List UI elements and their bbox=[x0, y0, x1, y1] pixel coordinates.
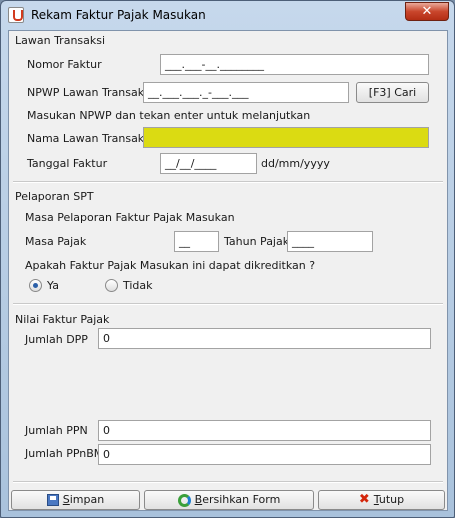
radio-ya[interactable] bbox=[29, 279, 42, 292]
radio-ya-label[interactable]: Ya bbox=[47, 279, 59, 292]
close-icon: ✖ bbox=[358, 492, 370, 507]
java-app-icon bbox=[8, 7, 24, 23]
section-nilai-faktur-title: Nilai Faktur Pajak bbox=[15, 313, 110, 326]
form-panel: Lawan Transaksi Nomor Faktur ___.___-__.… bbox=[8, 30, 448, 511]
title-bar[interactable]: Rekam Faktur Pajak Masukan ✕ bbox=[1, 1, 454, 30]
jumlah-dpp-input[interactable]: 0 bbox=[98, 328, 431, 349]
dialog-window: Rekam Faktur Pajak Masukan ✕ Lawan Trans… bbox=[0, 0, 455, 518]
npwp-hint-text: Masukan NPWP dan tekan enter untuk melan… bbox=[27, 109, 311, 122]
masa-pajak-label: Masa Pajak bbox=[25, 235, 87, 248]
masa-pelaporan-subtitle: Masa Pelaporan Faktur Pajak Masukan bbox=[25, 211, 235, 224]
separator bbox=[13, 303, 443, 305]
nomor-faktur-label: Nomor Faktur bbox=[27, 58, 102, 71]
separator bbox=[13, 481, 443, 483]
window-close-button[interactable]: ✕ bbox=[405, 2, 449, 21]
radio-tidak-label[interactable]: Tidak bbox=[123, 279, 153, 292]
cari-button[interactable]: [F3] Cari bbox=[356, 82, 429, 103]
window-title: Rekam Faktur Pajak Masukan bbox=[31, 8, 206, 22]
section-pelaporan-spt-title: Pelaporan SPT bbox=[15, 190, 94, 203]
jumlah-ppnbm-label: Jumlah PPnBM bbox=[25, 447, 104, 460]
bersihkan-form-button[interactable]: Bersihkan Form bbox=[144, 490, 314, 510]
npwp-label: NPWP Lawan Transaksi bbox=[27, 86, 153, 99]
separator bbox=[13, 181, 443, 183]
npwp-input[interactable]: __.___.___._-___.___ bbox=[143, 82, 349, 103]
tutup-button[interactable]: ✖ Tutup bbox=[318, 490, 445, 510]
simpan-button[interactable]: Simpan bbox=[11, 490, 140, 510]
tahun-pajak-input[interactable]: ____ bbox=[287, 231, 373, 252]
tanggal-faktur-label: Tanggal Faktur bbox=[27, 157, 108, 170]
jumlah-dpp-label: Jumlah DPP bbox=[25, 333, 88, 346]
jumlah-ppn-label: Jumlah PPN bbox=[25, 424, 88, 437]
section-lawan-transaksi-title: Lawan Transaksi bbox=[15, 34, 106, 47]
kredit-question-text: Apakah Faktur Pajak Masukan ini dapat di… bbox=[25, 259, 316, 272]
jumlah-ppn-input[interactable]: 0 bbox=[98, 420, 431, 441]
save-icon bbox=[46, 494, 59, 506]
nama-lawan-label: Nama Lawan Transaksi bbox=[27, 132, 153, 145]
tahun-pajak-label: Tahun Pajak bbox=[224, 235, 290, 248]
refresh-icon bbox=[177, 493, 191, 507]
tanggal-format-hint: dd/mm/yyyy bbox=[261, 157, 330, 170]
nomor-faktur-input[interactable]: ___.___-__.________ bbox=[160, 54, 429, 75]
masa-pajak-input[interactable]: __ bbox=[174, 231, 219, 252]
radio-tidak[interactable] bbox=[105, 279, 118, 292]
jumlah-ppnbm-input[interactable]: 0 bbox=[98, 444, 431, 465]
nama-lawan-input[interactable] bbox=[143, 127, 429, 148]
tanggal-faktur-input[interactable]: __/__/____ bbox=[160, 153, 257, 174]
